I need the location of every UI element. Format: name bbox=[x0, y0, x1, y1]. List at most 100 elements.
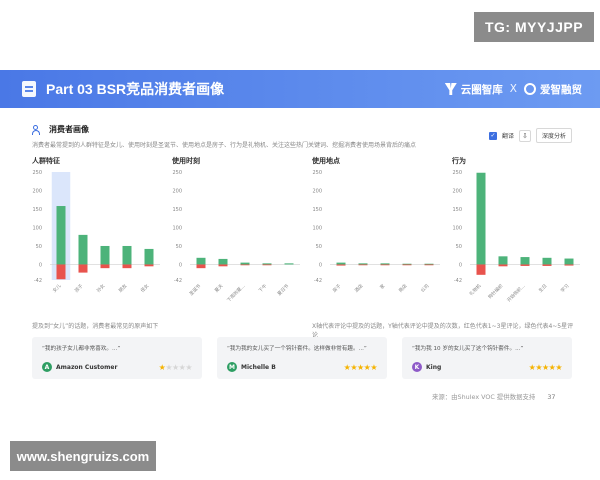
review-quote: “我为我 10 岁的女儿买了这个钩针套件。...” bbox=[412, 346, 524, 352]
x-tick-label: 孩子 bbox=[73, 282, 85, 294]
y-tick-label: 150 bbox=[32, 207, 42, 213]
bar-negative bbox=[100, 264, 110, 269]
y-tick-label: 100 bbox=[312, 225, 322, 231]
x-tick-label: 生日 bbox=[537, 282, 548, 293]
x-tick-label: 学习 bbox=[559, 282, 571, 294]
note-left: 提及到“女儿”的话题，消费者最常见的原声如下 bbox=[32, 323, 159, 330]
x-tick-label: 家 bbox=[378, 282, 386, 290]
bar-negative bbox=[262, 264, 272, 266]
bar-positive bbox=[100, 245, 110, 265]
y-tick-label: 100 bbox=[172, 225, 182, 231]
y-tick-label: -42 bbox=[34, 278, 42, 284]
bar-positive bbox=[56, 206, 66, 265]
y-tick-label: 50 bbox=[316, 244, 322, 250]
bar-positive bbox=[78, 234, 88, 265]
star-empty-icon: ★ bbox=[171, 363, 179, 372]
x-tick-label: 孙女 bbox=[95, 282, 107, 294]
bar-negative bbox=[240, 264, 250, 266]
bar-positive bbox=[564, 258, 574, 265]
brand-a-label: 云圈智库 bbox=[460, 83, 503, 96]
bar-negative bbox=[358, 264, 368, 266]
review-quote: “我的孩子女儿都非常喜欢。...” bbox=[42, 346, 121, 352]
y-tick-label: 0 bbox=[179, 262, 182, 268]
review-card[interactable]: “我的孩子女儿都非常喜欢。...” A Amazon Customer ★★★★… bbox=[32, 337, 202, 379]
y-tick-label: 150 bbox=[452, 207, 462, 213]
download-icon[interactable]: ⇩ bbox=[518, 129, 531, 142]
review-user: A Amazon Customer bbox=[42, 362, 117, 372]
y-tick-label: 150 bbox=[172, 207, 182, 213]
translate-checkbox[interactable]: ✓ bbox=[488, 131, 497, 140]
tg-watermark: TG: MYYJJPP bbox=[474, 12, 594, 42]
bar-positive bbox=[402, 263, 412, 265]
card-title: 消费者画像 bbox=[49, 125, 89, 134]
x-tick-label: 商店 bbox=[397, 282, 409, 294]
star-rating: ★★★★★ bbox=[344, 363, 378, 372]
avatar: M bbox=[227, 362, 237, 372]
time-chart: 250 200 150 100 50 0 -42 圣诞节 夏天 下雨的夏... 下午 夏日节 bbox=[172, 170, 300, 304]
star-filled-icon: ★ bbox=[555, 363, 562, 372]
x-tick-label: 礼物机 bbox=[468, 282, 483, 297]
y-tick-label: 0 bbox=[39, 262, 42, 268]
review-username: Michelle B bbox=[241, 363, 276, 371]
y-tick-label: 100 bbox=[32, 225, 42, 231]
y-tick-label: 50 bbox=[456, 244, 462, 250]
star-filled-icon: ★ bbox=[370, 363, 377, 372]
translate-label: 翻译 bbox=[501, 133, 514, 140]
x-tick-label: 下午 bbox=[257, 282, 269, 294]
section-header: Part 03 BSR竞品消费者画像 云圈智库 X 爱智融贸 bbox=[0, 70, 600, 108]
bar-negative bbox=[196, 264, 206, 269]
card-toolbar: ✓ 翻译 ⇩ 深度分析 bbox=[488, 128, 572, 143]
crowd-chart: 250 200 150 100 50 0 -42 女儿 孩子 孙女 朋友 侄女 bbox=[32, 170, 160, 294]
brand-separator: X bbox=[509, 83, 517, 95]
yunquan-logo-icon bbox=[445, 83, 457, 95]
panel-title: 人群特征 bbox=[32, 157, 60, 165]
star-filled-icon: ★ bbox=[350, 363, 357, 372]
x-tick-label: 夏天 bbox=[214, 283, 225, 294]
y-tick-label: 200 bbox=[312, 188, 322, 194]
bar-negative bbox=[218, 264, 228, 267]
bar-positive bbox=[358, 263, 368, 265]
bar-negative bbox=[520, 264, 530, 266]
deep-analysis-button[interactable]: 深度分析 bbox=[535, 128, 572, 143]
x-tick-label: 酒店 bbox=[353, 282, 365, 294]
x-tick-label: 房子 bbox=[331, 282, 343, 294]
chart-panel-place: 使用地点 250 200 150 100 50 0 -42 房子 酒店 家 商店 公司 bbox=[312, 156, 442, 316]
chart-panel-behavior: 行为 250 200 150 100 50 0 -42 礼物机 钩针编织 开始钩织... 生日 学习 bbox=[452, 156, 582, 316]
bar-negative bbox=[380, 264, 390, 266]
x-tick-label: 女儿 bbox=[51, 282, 63, 294]
bar-negative bbox=[564, 264, 574, 266]
bar-positive bbox=[196, 257, 206, 265]
bar-negative bbox=[78, 264, 88, 273]
brand-b-label: 爱智融贸 bbox=[540, 83, 582, 96]
bar-negative bbox=[498, 264, 508, 267]
review-card[interactable]: “我为我的女儿买了一个钩针套件。这样做非常有趣。...” M Michelle … bbox=[217, 337, 387, 379]
x-tick-label: 公司 bbox=[420, 283, 431, 294]
star-empty-icon: ★ bbox=[185, 363, 192, 372]
y-tick-label: -42 bbox=[314, 278, 322, 284]
consumer-profile-card: 消费者画像 消费者最常提到的人群特征是女儿、使用时刻是圣诞节、使用地点是房子、行… bbox=[26, 118, 580, 386]
bar-positive bbox=[498, 256, 508, 265]
x-tick-label: 钩针编织 bbox=[486, 282, 504, 300]
y-tick-label: 250 bbox=[32, 170, 42, 176]
x-tick-label: 圣诞节 bbox=[188, 282, 203, 297]
page-number: 37 bbox=[547, 393, 556, 401]
bar-negative bbox=[402, 264, 412, 266]
y-tick-label: -42 bbox=[454, 278, 462, 284]
y-tick-label: 200 bbox=[172, 188, 182, 194]
site-watermark: www.shengruizs.com bbox=[10, 441, 156, 471]
review-username: Amazon Customer bbox=[56, 363, 118, 371]
bar-positive bbox=[520, 257, 530, 265]
bar-negative bbox=[56, 264, 66, 280]
review-card[interactable]: “我为我 10 岁的女儿买了这个钩针套件。...” K King ★★★★★ bbox=[402, 337, 572, 379]
bar-positive bbox=[542, 257, 552, 265]
bar-negative bbox=[122, 264, 132, 269]
footer: 来源：由Shulex VOC 提供数据支持 37 bbox=[432, 392, 555, 401]
bar-positive bbox=[284, 263, 294, 265]
y-tick-label: 250 bbox=[172, 170, 182, 176]
y-tick-label: 150 bbox=[312, 207, 322, 213]
x-tick-label: 侄女 bbox=[139, 282, 151, 294]
star-filled-icon: ★ bbox=[535, 363, 542, 372]
bar-positive bbox=[240, 262, 250, 265]
y-tick-label: 50 bbox=[176, 244, 182, 250]
y-tick-label: 0 bbox=[319, 262, 322, 268]
